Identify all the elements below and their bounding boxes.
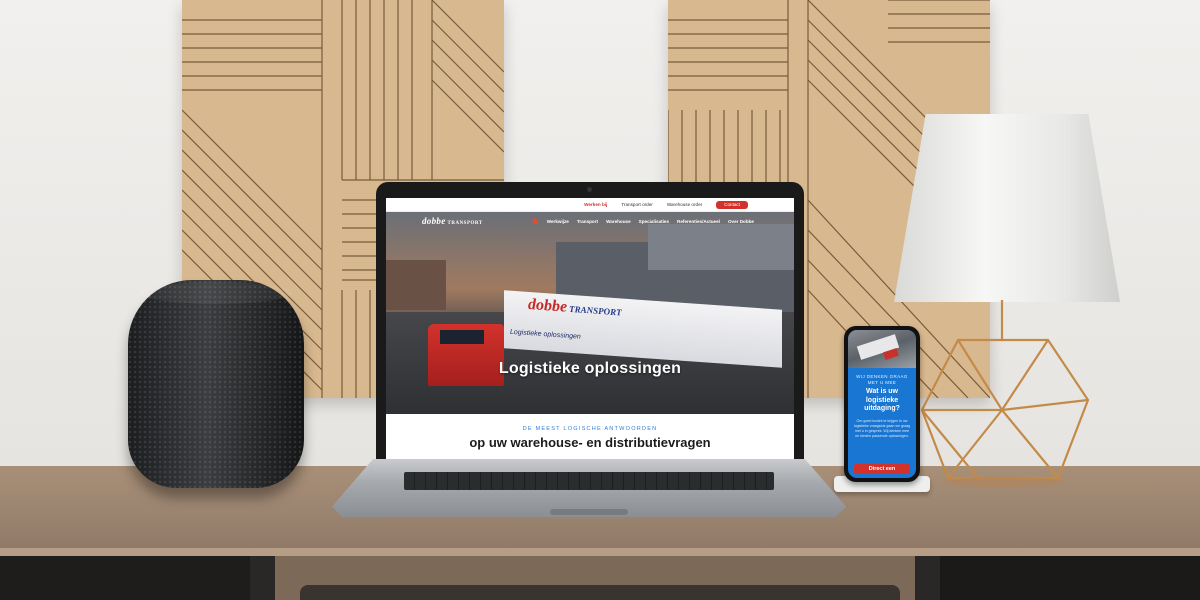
site-logo[interactable]: dobbe TRANSPORT bbox=[422, 216, 483, 226]
camera bbox=[587, 187, 592, 192]
transport-order-link[interactable]: Transport order bbox=[621, 202, 653, 207]
smart-speaker bbox=[128, 280, 304, 488]
hero-banner: dobbe TRANSPORT Logistieke oplossingen Lo… bbox=[386, 212, 794, 414]
werken-bij-link[interactable]: Werken bij bbox=[584, 202, 607, 207]
phone-eyebrow: Wij denken graag met u mee bbox=[856, 374, 908, 385]
lamp-base bbox=[920, 300, 1090, 487]
website-topbar: Werken bij Transport order Warehouse ord… bbox=[386, 198, 794, 212]
nav-item-specialisaties[interactable]: Specialisaties bbox=[639, 219, 669, 224]
keyboard bbox=[404, 472, 774, 490]
laptop-notch bbox=[550, 509, 628, 515]
nav-item-transport[interactable]: Transport bbox=[577, 219, 598, 224]
nav-item-werkwijze[interactable]: Werkwijze bbox=[547, 219, 569, 224]
drawer-left bbox=[0, 556, 250, 600]
intro-section: De meest logische antwoorden op uw wareh… bbox=[386, 414, 794, 460]
phone-body-text: Om goed inzicht te krijgen in uw logisti… bbox=[853, 418, 911, 438]
contact-button[interactable]: Contact bbox=[716, 200, 748, 209]
building bbox=[386, 260, 446, 310]
phone-cta-button[interactable]: Direct een bbox=[854, 464, 910, 474]
main-nav: dobbe TRANSPORT Werkwijze Transport Wareh… bbox=[386, 212, 794, 230]
phone-title: Wat is uw logistieke uitdaging? bbox=[864, 388, 900, 412]
warehouse-order-link[interactable]: Warehouse order bbox=[667, 202, 702, 207]
drawer-right bbox=[940, 556, 1200, 600]
website: Werken bij Transport order Warehouse ord… bbox=[386, 198, 794, 460]
lamp-shade bbox=[894, 114, 1120, 302]
trailer-logo: dobbe TRANSPORT bbox=[528, 295, 622, 318]
intro-title: op uw warehouse- en distributievragen bbox=[469, 435, 711, 450]
phone-hero-image bbox=[848, 330, 916, 368]
nav-item-warehouse[interactable]: Warehouse bbox=[606, 219, 631, 224]
trailer-caption: Logistieke oplossingen bbox=[510, 328, 581, 341]
phone-screen: Wij denken graag met u mee Wat is uw log… bbox=[848, 330, 916, 478]
laptop-screen: Werken bij Transport order Warehouse ord… bbox=[376, 182, 804, 460]
desk-edge bbox=[0, 548, 1200, 556]
hero-title: Logistieke oplossingen bbox=[498, 360, 682, 377]
nav-item-over-dobbe[interactable]: Over Dobbe bbox=[728, 219, 754, 224]
truck-windshield bbox=[440, 330, 484, 344]
warehouse-roof bbox=[648, 224, 794, 270]
speaker-top bbox=[140, 282, 292, 304]
smartphone: Wij denken graag met u mee Wat is uw log… bbox=[844, 326, 920, 482]
mockup-scene: Wij denken graag met u mee Wat is uw log… bbox=[0, 0, 1200, 600]
chair-back bbox=[300, 585, 900, 600]
intro-eyebrow: De meest logische antwoorden bbox=[522, 426, 658, 432]
nav-item-referenties[interactable]: Referenties/Actueel bbox=[677, 219, 720, 224]
home-icon[interactable] bbox=[531, 217, 539, 225]
